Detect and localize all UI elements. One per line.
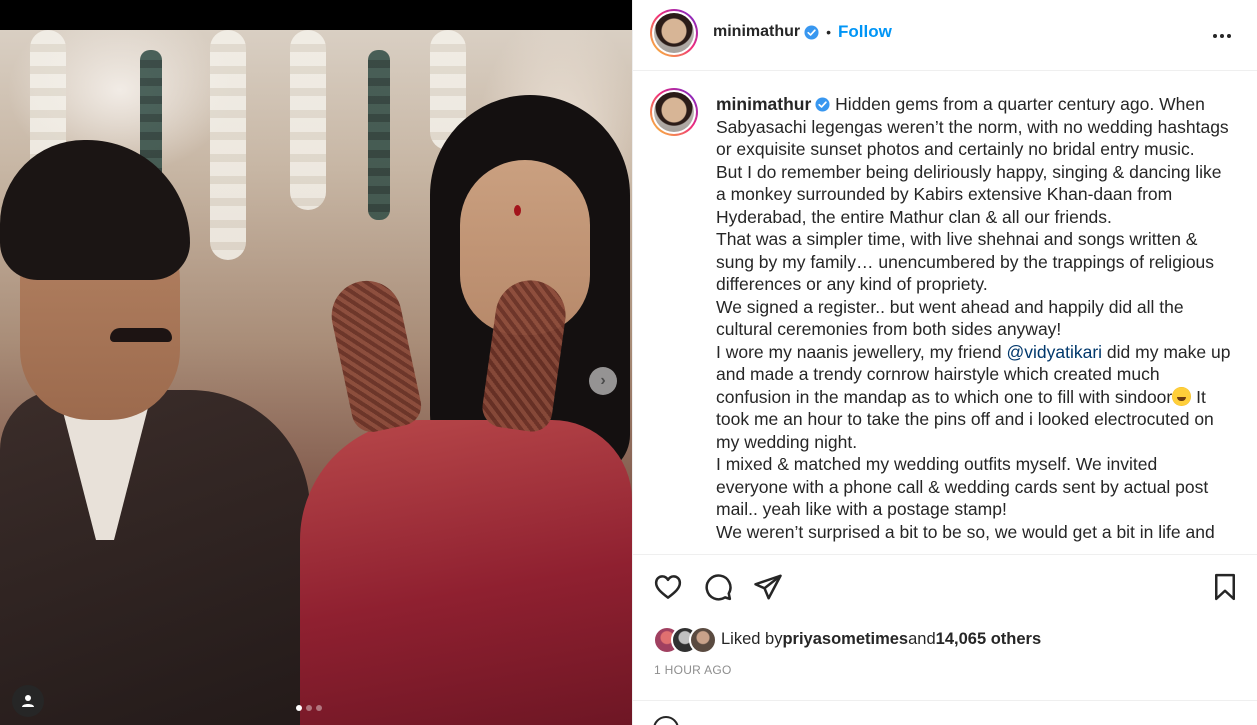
avatar[interactable] xyxy=(650,88,698,136)
carousel-next-button[interactable]: › xyxy=(589,367,617,395)
heart-icon[interactable] xyxy=(653,572,683,602)
chevron-right-icon: › xyxy=(600,372,606,389)
caption-username[interactable]: minimathur xyxy=(716,94,811,114)
bookmark-icon[interactable] xyxy=(1210,572,1240,602)
caption-scroll-area[interactable]: minimathur Hidden gems from a quarter ce… xyxy=(633,72,1257,554)
header-separator: • xyxy=(826,24,832,40)
caption: minimathur Hidden gems from a quarter ce… xyxy=(716,93,1231,543)
likes-summary: Liked by priyasometimes and 14,065 other… xyxy=(653,624,1041,654)
likes-middle: and xyxy=(908,629,936,648)
share-icon[interactable] xyxy=(753,572,783,602)
carousel-dot xyxy=(316,705,322,711)
follow-button[interactable]: Follow xyxy=(838,22,892,42)
liker-avatars[interactable] xyxy=(653,626,717,654)
carousel-dot xyxy=(296,705,302,711)
header-username[interactable]: minimathur xyxy=(713,23,800,41)
more-options-button[interactable] xyxy=(1210,24,1234,48)
verified-icon xyxy=(804,24,819,40)
likes-count[interactable]: 14,065 others xyxy=(936,630,1041,649)
instagram-post-view: › minimathur • Follow minimathur Hidden … xyxy=(0,0,1257,725)
verified-icon xyxy=(815,97,830,112)
caption-paragraph: But I do remember being deliriously happ… xyxy=(716,161,1222,227)
mention-link[interactable]: @vidyatikari xyxy=(1006,342,1102,362)
action-bar xyxy=(633,572,1257,604)
more-options-icon xyxy=(1213,34,1217,38)
post-photo xyxy=(0,30,632,725)
likes-prefix: Liked by xyxy=(721,629,783,648)
post-details-panel: minimathur • Follow minimathur Hidden ge… xyxy=(632,0,1257,725)
avatar[interactable] xyxy=(650,9,698,57)
mehndi-hand xyxy=(325,274,425,436)
user-tags-button[interactable] xyxy=(12,685,44,717)
caption-paragraph: I wore my naanis jewellery, my friend @v… xyxy=(716,341,1231,452)
post-header: minimathur • Follow xyxy=(633,0,1257,71)
liker-username[interactable]: priyasometimes xyxy=(782,630,908,649)
caption-paragraph: We weren’t surprised a bit to be so, we … xyxy=(716,521,1215,542)
divider xyxy=(633,700,1257,701)
caption-paragraph: That was a simpler time, with live shehn… xyxy=(716,229,1215,294)
user-tag-icon xyxy=(22,695,34,707)
bride-figure xyxy=(300,90,632,725)
divider xyxy=(633,554,1257,555)
rolling-laughing-emoji-icon xyxy=(1172,386,1192,406)
comment-icon[interactable] xyxy=(703,572,733,602)
carousel-indicator xyxy=(296,705,322,711)
post-media[interactable]: › xyxy=(0,0,632,725)
post-timestamp[interactable]: 1 HOUR AGO xyxy=(654,663,732,677)
emoji-picker-icon[interactable] xyxy=(653,716,679,725)
groom-figure xyxy=(0,140,320,725)
caption-paragraph: I mixed & matched my wedding outfits mys… xyxy=(716,454,1209,519)
carousel-dot xyxy=(306,705,312,711)
caption-paragraph: We signed a register.. but went ahead an… xyxy=(716,296,1184,340)
